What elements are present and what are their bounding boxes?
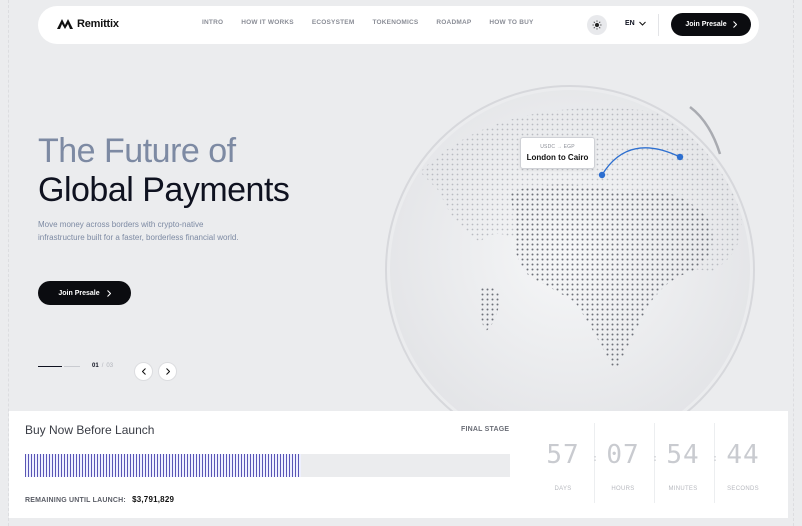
top-navbar: Remittix INTRO HOW IT WORKS ECOSYSTEM TO… [38, 6, 759, 44]
slide-indicator: 01 / 03 [38, 363, 113, 369]
sun-icon [592, 20, 602, 30]
chevron-right-icon [165, 368, 170, 375]
nav-item-how-it-works[interactable]: HOW IT WORKS [241, 19, 294, 26]
countdown-days-value: 57 [546, 440, 580, 470]
countdown-minutes-value: 54 [666, 440, 700, 470]
route-card: USDC → EGP London to Cairo [520, 137, 595, 169]
countdown-hours-value: 07 [606, 440, 640, 470]
prev-slide-button[interactable] [134, 362, 153, 381]
countdown-hours: 07 HOURS [594, 423, 652, 503]
nav-item-ecosystem[interactable]: ECOSYSTEM [312, 19, 355, 26]
slide-current: 01 [92, 363, 99, 369]
chevron-left-icon [141, 368, 146, 375]
join-presale-nav-button[interactable]: Join Presale [671, 13, 751, 36]
join-presale-hero-label: Join Presale [58, 289, 100, 297]
hero-title: The Future of Global Payments [38, 132, 290, 209]
slide-total: 03 [106, 363, 114, 369]
countdown-seconds-label: SECONDS [727, 486, 759, 492]
hero-title-line1: The Future of [38, 132, 236, 170]
chevron-down-icon [638, 21, 646, 26]
remaining-amount: $3,791,829 [132, 495, 175, 504]
theme-toggle-button[interactable] [587, 15, 607, 35]
hero-subtitle: Move money across borders with crypto-na… [38, 220, 239, 242]
presale-panel: Buy Now Before Launch FINAL STAGE REMAIN… [9, 411, 788, 518]
slide-bar-active[interactable] [38, 365, 62, 367]
join-presale-hero-button[interactable]: Join Presale [38, 281, 131, 305]
nav-item-tokenomics[interactable]: TOKENOMICS [372, 19, 418, 26]
globe-illustration [385, 85, 755, 412]
slide-bar[interactable] [64, 365, 80, 367]
remaining-until-launch: REMAINING UNTIL LAUNCH: $3,791,829 [25, 495, 174, 504]
countdown-minutes-label: MINUTES [668, 486, 698, 492]
main-menu: INTRO HOW IT WORKS ECOSYSTEM TOKENOMICS … [202, 19, 552, 26]
route-label: London to Cairo [526, 153, 589, 162]
countdown-timer: 57 DAYS : 07 HOURS : 54 MINUTES : 44 SEC… [534, 423, 784, 503]
route-currency-pair: USDC → EGP [540, 144, 575, 150]
presale-progress-fill [25, 454, 302, 477]
countdown-days: 57 DAYS [534, 423, 592, 503]
presale-progress-bar [25, 454, 510, 477]
brand-name: Remittix [77, 18, 119, 30]
brand-logo[interactable]: Remittix [57, 18, 119, 30]
presale-stage: FINAL STAGE [461, 426, 510, 433]
next-slide-button[interactable] [158, 362, 177, 381]
hero-title-line2: Global Payments [38, 171, 290, 209]
logo-mark-icon [57, 19, 73, 29]
chevron-right-icon [732, 21, 737, 28]
remaining-label: REMAINING UNTIL LAUNCH: [25, 497, 126, 504]
countdown-seconds-value: 44 [726, 440, 760, 470]
countdown-hours-label: HOURS [611, 486, 635, 492]
nav-divider [658, 14, 659, 36]
nav-item-intro[interactable]: INTRO [202, 19, 223, 26]
nav-item-how-to-buy[interactable]: HOW TO BUY [489, 19, 533, 26]
countdown-seconds: 44 SECONDS [714, 423, 772, 503]
language-label: EN [625, 20, 635, 27]
presale-title: Buy Now Before Launch [25, 423, 155, 437]
slide-separator: / [101, 363, 104, 369]
countdown-minutes: 54 MINUTES [654, 423, 712, 503]
join-presale-nav-label: Join Presale [685, 21, 727, 28]
language-selector[interactable]: EN [625, 20, 646, 27]
countdown-days-label: DAYS [554, 486, 572, 492]
nav-item-roadmap[interactable]: ROADMAP [436, 19, 471, 26]
chevron-right-icon [106, 289, 111, 297]
